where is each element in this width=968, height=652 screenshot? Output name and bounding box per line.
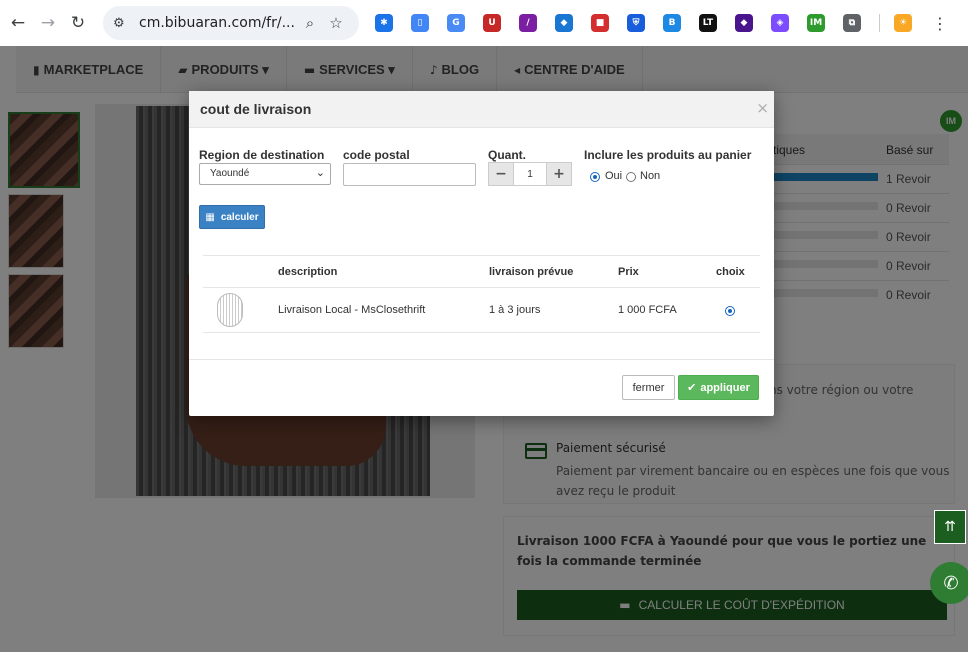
ext-puzzle-color-icon[interactable]: ◈ <box>771 14 789 32</box>
quantity-input[interactable]: 1 <box>514 162 546 186</box>
row-description: Livraison Local - MsClosethrift <box>278 304 426 316</box>
extensions-bar: ✱ ▯ G U / ◆ ■ ⛨ B LT ◆ ◈ IM ⧉ ☀ <box>375 14 930 32</box>
calculate-label: calculer <box>220 211 259 223</box>
quantity-plus-button[interactable]: + <box>546 162 572 186</box>
include-non-label: Non <box>640 170 661 182</box>
ext-lt-icon[interactable]: LT <box>699 14 717 32</box>
seller-logo-icon <box>217 293 243 327</box>
col-eta: livraison prévue <box>489 266 574 278</box>
toolbar-divider <box>879 14 880 32</box>
zoom-icon[interactable]: ⌕ <box>297 14 323 32</box>
ext-translate-icon[interactable]: G <box>447 14 465 32</box>
extensions-puzzle-icon[interactable]: ⧉ <box>843 14 861 32</box>
modal-header: cout de livraison × <box>189 91 774 128</box>
scroll-top-button[interactable]: ⇈ <box>934 510 966 544</box>
postal-code-input[interactable] <box>343 163 476 186</box>
whatsapp-icon: ✆ <box>943 572 959 594</box>
shipping-options-table: description livraison prévue Prix choix … <box>203 255 760 333</box>
back-icon[interactable]: ← <box>3 8 33 38</box>
ext-diamond-icon[interactable]: ◆ <box>735 14 753 32</box>
whatsapp-button[interactable]: ✆ <box>930 562 968 604</box>
site-settings-icon[interactable]: ⚙ <box>113 16 133 31</box>
col-price: Prix <box>618 266 639 278</box>
region-value: Yaoundé <box>210 168 250 179</box>
bookmark-star-icon[interactable]: ☆ <box>323 14 349 32</box>
double-chevron-up-icon: ⇈ <box>944 519 956 535</box>
region-select[interactable]: Yaoundé ⌄ <box>199 163 331 185</box>
modal-footer-divider <box>189 359 774 360</box>
address-bar[interactable]: ⚙ cm.bibuaran.com/fr/... ⌕ ☆ <box>103 6 359 40</box>
col-description: description <box>278 266 338 278</box>
row-choice-radio[interactable] <box>725 306 735 316</box>
calculate-button[interactable]: ▦ calculer <box>199 205 265 229</box>
include-cart-label: Inclure les produits au panier <box>584 148 752 162</box>
close-button[interactable]: fermer <box>622 375 675 400</box>
chevron-down-icon: ⌄ <box>315 166 325 179</box>
menu-kebab-icon[interactable]: ⋮ <box>932 14 948 33</box>
apply-label: appliquer <box>700 381 750 394</box>
region-label: Region de destination <box>199 148 325 162</box>
quantity-label: Quant. <box>488 148 526 162</box>
ext-gift-icon[interactable]: ■ <box>591 14 609 32</box>
calculator-icon: ▦ <box>205 211 215 223</box>
apply-button[interactable]: ✔ appliquer <box>678 375 759 400</box>
col-choice: choix <box>716 266 745 278</box>
include-oui-label: Oui <box>605 170 623 182</box>
ext-sun-icon[interactable]: ☀ <box>894 14 912 32</box>
row-eta: 1 à 3 jours <box>489 304 541 316</box>
include-oui-radio[interactable] <box>590 172 600 182</box>
ext-doc-icon[interactable]: ▯ <box>411 14 429 32</box>
ext-bitwarden-icon[interactable]: ⛨ <box>627 14 645 32</box>
ext-ublock-icon[interactable]: U <box>483 14 501 32</box>
ext-snowflake-icon[interactable]: ✱ <box>375 14 393 32</box>
reload-icon[interactable]: ↻ <box>63 8 93 38</box>
ext-b-icon[interactable]: B <box>663 14 681 32</box>
ext-tag-icon[interactable]: ◆ <box>555 14 573 32</box>
quantity-minus-button[interactable]: − <box>488 162 514 186</box>
table-row[interactable]: Livraison Local - MsClosethrift 1 à 3 jo… <box>203 287 760 333</box>
browser-toolbar: ← → ↻ ⚙ cm.bibuaran.com/fr/... ⌕ ☆ ✱ ▯ G U /… <box>0 0 968 46</box>
quantity-stepper: − 1 + <box>488 162 572 186</box>
postal-label: code postal <box>343 148 410 162</box>
close-icon[interactable]: × <box>756 99 769 117</box>
check-icon: ✔ <box>687 381 697 394</box>
include-non-radio[interactable] <box>626 172 636 182</box>
ext-feather-icon[interactable]: / <box>519 14 537 32</box>
row-price: 1 000 FCFA <box>618 304 677 316</box>
ext-im-icon[interactable]: IM <box>807 14 825 32</box>
shipping-cost-modal: cout de livraison × Region de destinatio… <box>189 91 774 416</box>
forward-icon[interactable]: → <box>33 8 63 38</box>
url-text[interactable]: cm.bibuaran.com/fr/... <box>139 15 297 31</box>
modal-title: cout de livraison <box>200 101 312 117</box>
